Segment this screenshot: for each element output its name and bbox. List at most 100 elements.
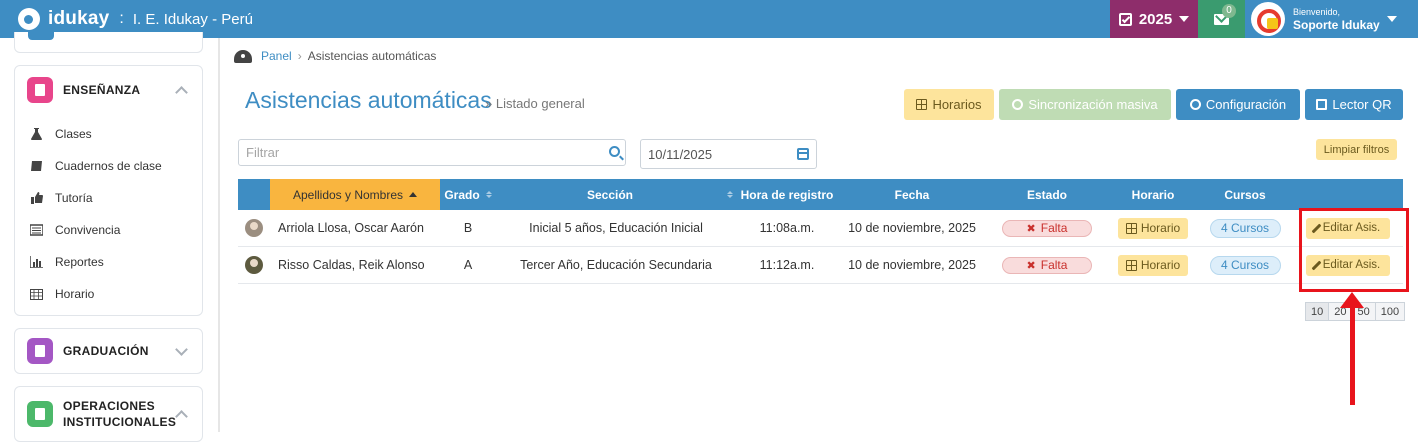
page-size-option[interactable]: 100 [1374,302,1406,321]
sync-button[interactable]: Sincronización masiva [999,89,1171,120]
sidebar-item-label: Reportes [55,255,104,269]
action-toolbar: Horarios Sincronización masiva Configura… [904,89,1403,120]
close-icon: ✖ [1026,259,1036,272]
student-name: Risso Caldas, Reik Alonso [278,258,425,272]
column-header-hora: Hora de registro [736,179,838,210]
seccion-cell: Tercer Año, Educación Secundaria [520,258,712,272]
sidebar-item-label: Horario [55,287,95,301]
school-name: I. E. Idukay - Perú [132,10,253,28]
top-bar: idukay : I. E. Idukay - Perú 2025 0 Bien… [0,0,1418,38]
brand-name: idukay [48,8,110,29]
column-header-label: Apellidos y Nombres [292,187,404,202]
list-icon [30,224,43,236]
status-badge: ✖ Falta [1002,256,1092,274]
hora-cell: 11:12a.m. [759,258,815,272]
chevron-down-icon [175,342,188,356]
cursos-badge[interactable]: 4 Cursos [1209,218,1281,238]
horario-label: Horario [1140,258,1181,272]
clear-filters-button[interactable]: Limpiar filtros [1316,139,1397,160]
page-size-option[interactable]: 10 [1305,302,1330,321]
sidebar-item-tutoria[interactable]: Tutoría [15,182,202,214]
column-header-label: Grado [444,187,480,202]
caret-down-icon [1386,16,1397,22]
sidebar-item-reportes[interactable]: Reportes [15,246,202,278]
refresh-icon [1012,99,1024,110]
caret-down-icon [1179,16,1190,22]
section-header-ensenanza[interactable]: ENSEÑANZA [15,66,202,114]
horarios-button[interactable]: Horarios [904,89,994,120]
section-header-operaciones[interactable]: OPERACIONES INSTITUCIONALES [15,387,202,441]
sidebar-section-graduacion: GRADUACIÓN [14,328,203,374]
sync-label: Sincronización masiva [1028,97,1158,112]
sidebar-item-convivencia[interactable]: Convivencia [15,214,202,246]
sidebar-item-label: Clases [55,127,92,141]
calendar-icon [30,289,43,300]
page-subtitle: » Listado general [485,96,585,111]
date-filter-input[interactable]: 10/11/2025 [640,139,817,169]
column-header-horario: Horario [1108,179,1198,210]
horario-button[interactable]: Horario [1118,217,1188,239]
cursos-badge[interactable]: 4 Cursos [1209,255,1281,275]
status-badge: ✖ Falta [1002,219,1092,237]
fecha-cell: 10 de noviembre, 2025 [848,258,976,272]
sort-ascending-icon [409,192,418,197]
horarios-label: Horarios [932,97,982,112]
seccion-cell: Inicial 5 años, Educación Inicial [529,221,703,235]
qr-reader-label: Lector QR [1332,97,1392,112]
configuration-button[interactable]: Configuración [1176,89,1300,120]
breadcrumb-separator-icon: › [297,49,302,63]
year-label: 2025 [1138,10,1173,28]
sidebar-item-label: Tutoría [55,191,93,205]
column-header-cursos: Cursos [1198,179,1292,210]
user-avatar [1251,2,1285,36]
column-header-label: Sección [586,187,634,202]
sidebar-item-horario[interactable]: Horario [15,278,202,310]
messages-button[interactable]: 0 [1198,0,1245,38]
status-label: Falta [1040,221,1068,235]
hora-cell: 11:08a.m. [759,221,815,235]
book-icon [27,77,53,103]
column-header-name[interactable]: Apellidos y Nombres [270,179,440,210]
student-avatar [245,219,263,237]
year-selector-button[interactable]: 2025 [1110,0,1198,38]
column-header-grado[interactable]: Grado [440,179,496,210]
breadcrumb-current: Asistencias automáticas [307,49,437,63]
filter-input[interactable] [238,139,626,166]
idukay-logo-icon [18,8,40,30]
calendar-check-icon [1118,12,1132,26]
flask-icon [31,128,42,140]
horario-label: Horario [1140,221,1181,235]
grado-cell: B [463,221,473,235]
student-avatar [245,256,263,274]
calendar-icon [916,99,928,110]
breadcrumb-link-panel[interactable]: Panel [261,49,292,63]
sidebar-item-cuadernos[interactable]: Cuadernos de clase [15,150,202,182]
sidebar-section-operaciones: OPERACIONES INSTITUCIONALES [14,386,203,442]
sidebar-item-clases[interactable]: Clases [15,118,202,150]
dashboard-icon [234,49,252,63]
section-icon [28,32,54,40]
section-title: OPERACIONES INSTITUCIONALES [63,399,177,429]
column-header-label: Horario [1131,187,1175,202]
column-header-seccion[interactable]: Sección [496,179,736,210]
table-header: Apellidos y Nombres Grado Sección Hora d… [238,179,1403,210]
calendar-icon [1125,259,1137,271]
notebook-icon [31,161,42,171]
brand-separator: : [119,10,124,27]
horario-button[interactable]: Horario [1118,254,1188,276]
calendar-icon [1125,222,1137,234]
section-header-graduacion[interactable]: GRADUACIÓN [15,329,202,373]
column-header-actions [1292,179,1403,210]
fecha-cell: 10 de noviembre, 2025 [848,221,976,235]
sidebar-section-collapsed-top[interactable] [14,32,203,53]
thumbs-up-icon [31,192,43,204]
search-icon[interactable] [609,146,620,157]
section-title: ENSEÑANZA [63,83,141,97]
table-row: Risso Caldas, Reik Alonso A Tercer Año, … [238,247,1403,284]
qr-code-icon [1316,99,1328,110]
sort-icon [727,191,734,198]
qr-reader-button[interactable]: Lector QR [1305,89,1403,120]
column-header-label: Cursos [1224,187,1266,202]
calendar-icon[interactable] [797,148,809,160]
user-menu-button[interactable]: Bienvenido, Soporte Idukay [1245,0,1403,38]
